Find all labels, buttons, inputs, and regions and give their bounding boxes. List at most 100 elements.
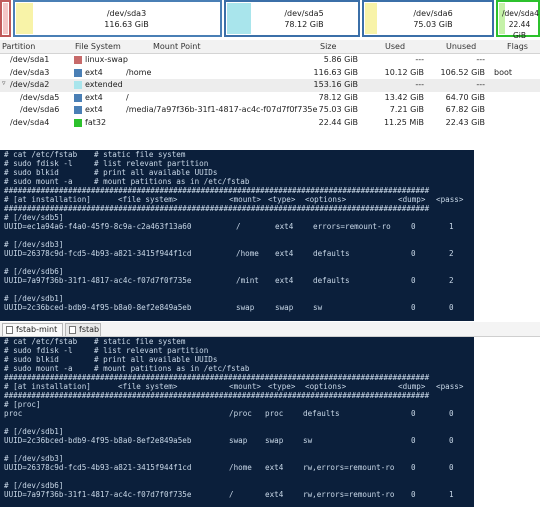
entry-comment-line: # [/dev/sdb6] xyxy=(0,267,474,276)
command-text: # sudo mount -a xyxy=(4,364,73,373)
editor-tab-bar: fstab-mint fstab xyxy=(0,322,540,337)
filesystem-color-icon xyxy=(74,81,82,89)
hash-separator: ########################################… xyxy=(4,186,430,195)
entry-options: defaults xyxy=(303,409,340,418)
command-text: # cat /etc/fstab xyxy=(4,150,78,159)
terminal-fstab-top[interactable]: # cat /etc/fstab # static file system # su… xyxy=(0,150,474,321)
column-header-line: # [at installation] <file system> <mount> <… xyxy=(0,195,474,204)
table-body: /dev/sda1 linux-swap 5.86 GiB --- ---/dev/sd… xyxy=(0,54,540,129)
column-header-flags[interactable]: Flags xyxy=(507,42,528,51)
entry-mount: / xyxy=(236,222,241,231)
segment-label: /dev/sda6 75.03 GiB xyxy=(378,8,488,30)
terminal-fstab-bottom[interactable]: # cat /etc/fstab # static file system # su… xyxy=(0,337,474,507)
entry-comment: # [/dev/sdb1] xyxy=(4,427,64,436)
segment-name: /dev/sda5 xyxy=(284,9,324,18)
table-row[interactable]: ▿ /dev/sda2 extended 153.16 GiB --- --- xyxy=(0,79,540,92)
column-header-size[interactable]: Size xyxy=(320,42,336,51)
cell-used: 11.25 MiB xyxy=(383,117,424,127)
collapse-arrow-icon[interactable]: ▿ xyxy=(2,79,6,87)
entry-comment-line: # [/dev/sdb5] xyxy=(0,213,474,222)
entry-filesystem: UUID=7a97f36b-31f1-4817-ac4c-f07d7f0f735… xyxy=(4,490,192,499)
table-row[interactable]: /dev/sda3 ext4/home 116.63 GiB 10.12 GiB 106… xyxy=(0,67,540,80)
cell-unused: --- xyxy=(476,80,485,89)
cell-flags: boot xyxy=(494,67,513,77)
column-header-mount[interactable]: Mount Point xyxy=(153,42,200,51)
header-install: # [at installation] xyxy=(4,382,91,391)
cell-filesystem: ext4 xyxy=(85,67,103,77)
fstab-entry-line: UUID=7a97f36b-31f1-4817-ac4c-f07d7f0f735… xyxy=(0,276,474,285)
partition-segment-sda6[interactable]: /dev/sda6 75.03 GiB xyxy=(362,0,494,37)
separator-line: ########################################… xyxy=(0,204,474,213)
entry-type: ext4 xyxy=(275,276,294,285)
cell-size: 116.63 GiB xyxy=(313,67,358,77)
header-install: # [at installation] xyxy=(4,195,91,204)
cell-used: --- xyxy=(415,80,424,89)
cell-partition: /dev/sda6 xyxy=(20,105,60,114)
command-comment: # static file system xyxy=(94,150,186,159)
cell-unused: 22.43 GiB xyxy=(445,117,485,127)
table-row[interactable]: /dev/sda5 ext4 / 78.12 GiB 13.42 GiB 64.70 Gi… xyxy=(0,92,540,105)
segment-size: 22.44 GiB xyxy=(508,20,531,40)
cell-size: 75.03 GiB xyxy=(318,105,358,114)
partition-segment-sda3[interactable]: /dev/sda3 116.63 GiB xyxy=(13,0,222,37)
partition-segment-sda5[interactable]: /dev/sda5 78.12 GiB xyxy=(224,0,360,37)
tab-label: fstab xyxy=(79,325,100,334)
column-header-partition[interactable]: Partition xyxy=(2,42,35,51)
header-dump: <dump> xyxy=(398,195,426,204)
command-comment: # mount patitions as in /etc/fstab xyxy=(94,177,250,186)
column-header-used[interactable]: Used xyxy=(385,42,405,51)
tab-fstab-mint[interactable]: fstab-mint xyxy=(2,323,63,336)
partition-segment-sda4[interactable]: /dev/sda4 22.44 GiB xyxy=(496,0,540,40)
column-header-unused[interactable]: Unused xyxy=(446,42,476,51)
table-row[interactable]: /dev/sda4 fat32 22.44 GiB 11.25 MiB 22.43 Gi… xyxy=(0,117,540,130)
entry-filesystem: proc xyxy=(4,409,23,418)
cell-unused: 106.52 GiB xyxy=(440,67,485,77)
header-options: <options> xyxy=(305,195,347,204)
segment-size: 75.03 GiB xyxy=(413,20,453,29)
header-pass: <pass> xyxy=(436,382,464,391)
fstab-entry-line: UUID=2c36bced-bdb9-4f95-b8a0-8ef2e849a5e… xyxy=(0,303,474,312)
cell-mount-point: / xyxy=(126,92,129,102)
entry-mount: / xyxy=(229,490,234,499)
entry-type: ext4 xyxy=(275,222,294,231)
cell-filesystem: fat32 xyxy=(85,117,107,127)
entry-type: swap xyxy=(275,303,294,312)
entry-options: defaults xyxy=(313,249,350,258)
entry-comment-line: # [/dev/sdb3] xyxy=(0,454,474,463)
table-row[interactable]: /dev/sda6 ext4/media/7a97f36b-31f1-4817-a… xyxy=(0,104,540,117)
entry-comment-line: # [/dev/sdb6] xyxy=(0,481,474,490)
entry-comment-line: # [/dev/sdb1] xyxy=(0,427,474,436)
entry-mount: /home xyxy=(229,463,252,472)
entry-dump: 0 xyxy=(411,249,416,258)
entry-options: errors=remount-ro xyxy=(313,222,391,231)
entry-pass: 0 xyxy=(449,436,454,445)
partition-table: Partition File System Mount Point Size U… xyxy=(0,40,540,129)
used-fill xyxy=(16,3,33,34)
document-icon xyxy=(69,326,76,334)
segment-label: /dev/sda4 22.44 GiB xyxy=(502,8,539,41)
column-header-filesystem[interactable]: File System xyxy=(75,42,121,51)
command-line: # sudo mount -a # mount patitions as in /… xyxy=(0,364,474,373)
partition-segment-sda1[interactable] xyxy=(0,0,11,37)
entry-mount: /proc xyxy=(229,409,252,418)
used-fill xyxy=(365,3,377,34)
cell-filesystem: extended xyxy=(85,80,123,89)
table-row[interactable]: /dev/sda1 linux-swap 5.86 GiB --- --- xyxy=(0,54,540,67)
entry-options: rw,errors=remount-ro xyxy=(303,490,395,499)
cell-partition: /dev/sda2 xyxy=(10,80,50,89)
fstab-entry-line: UUID=2c36bced-bdb9-4f95-b8a0-8ef2e849a5e… xyxy=(0,436,474,445)
entry-dump: 0 xyxy=(411,463,416,472)
entry-filesystem: UUID=2c36bced-bdb9-4f95-b8a0-8ef2e849a5e… xyxy=(4,303,192,312)
entry-pass: 1 xyxy=(449,222,454,231)
entry-pass: 0 xyxy=(449,463,454,472)
command-comment: # static file system xyxy=(94,337,186,346)
cell-mount-point: /media/7a97f36b-31f1-4817-ac4c-f07d7f0f7… xyxy=(126,105,318,114)
cell-size: 5.86 GiB xyxy=(323,55,358,64)
header-mount: <mount> xyxy=(229,382,262,391)
hash-separator: ########################################… xyxy=(4,373,430,382)
tab-fstab[interactable]: fstab xyxy=(65,323,101,336)
